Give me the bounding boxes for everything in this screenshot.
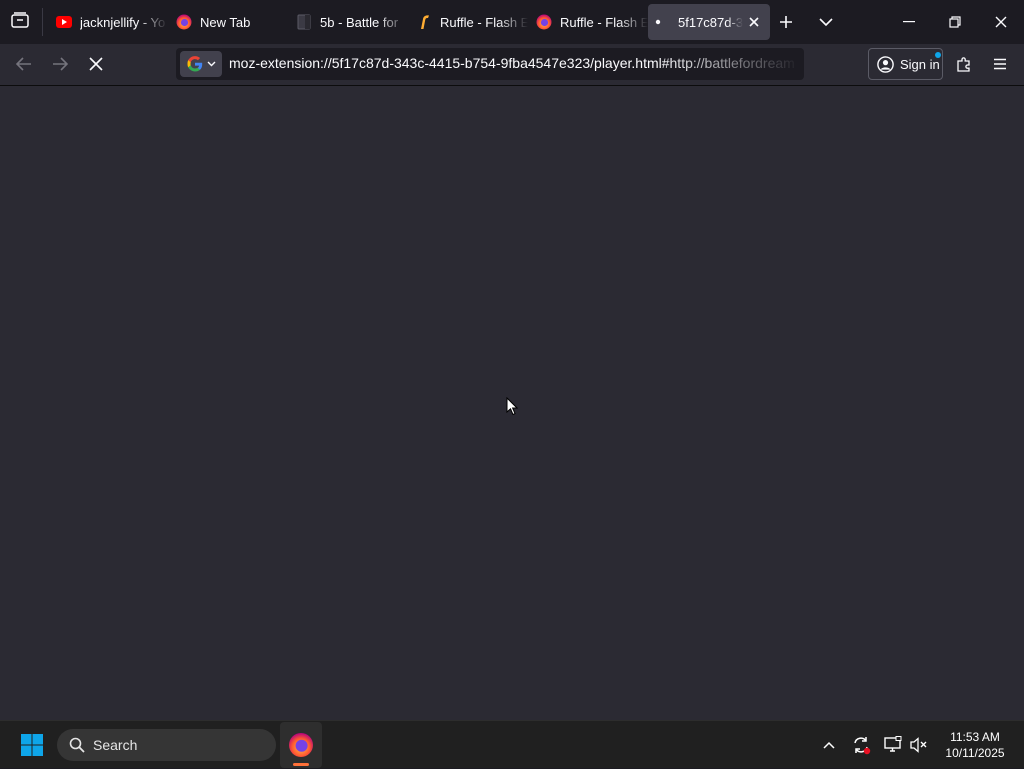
tab-5-active[interactable]: 5f17c87d-3 <box>648 4 770 40</box>
taskbar-app-firefox[interactable] <box>280 722 322 768</box>
chevron-down-icon <box>819 18 833 27</box>
start-button[interactable] <box>12 721 52 769</box>
document-icon <box>296 14 312 30</box>
clock-date: 10/11/2025 <box>945 746 1005 760</box>
search-engine-button[interactable] <box>180 51 222 77</box>
system-clock[interactable]: 11:53 AM 10/11/2025 <box>936 729 1014 761</box>
tab-title: Ruffle - Flash E <box>560 14 648 30</box>
tab-strip: jacknjellify - Yo New Tab 5b - Battle fo… <box>0 0 1024 44</box>
chevron-up-icon <box>823 741 835 749</box>
show-hidden-icons-button[interactable] <box>816 721 842 769</box>
monitor-icon <box>884 736 902 752</box>
url-text: moz-extension://5f17c87d-343c-4415-b754-… <box>229 55 795 71</box>
chevron-down-icon <box>207 61 215 67</box>
tab-strip-divider <box>42 8 43 36</box>
tab-3[interactable]: Ruffle - Flash E <box>408 4 528 40</box>
volume-tray-button[interactable] <box>906 721 932 769</box>
firefox-view-button[interactable] <box>0 0 40 44</box>
tab-title: jacknjellify - Yo <box>80 14 166 30</box>
tab-1[interactable]: New Tab <box>168 4 288 40</box>
ruffle-icon <box>416 14 432 30</box>
sign-in-button[interactable]: Sign in <box>868 48 943 80</box>
tab-title: New Tab <box>200 14 251 30</box>
search-icon <box>69 737 85 753</box>
windows-taskbar: Search 11:53 AM 10/11/2025 <box>0 720 1024 768</box>
back-button[interactable] <box>8 48 40 80</box>
hamburger-menu-icon <box>994 58 1006 70</box>
forward-arrow-icon <box>53 57 68 71</box>
tab-2[interactable]: 5b - Battle for <box>288 4 408 40</box>
loading-dot-icon <box>654 14 670 30</box>
tab-title: 5b - Battle for <box>320 14 399 30</box>
notification-dot <box>935 51 941 58</box>
speaker-muted-icon <box>910 737 927 753</box>
account-icon <box>877 51 941 73</box>
taskbar-search-box[interactable]: Search <box>57 729 276 761</box>
running-indicator <box>293 763 309 766</box>
restore-icon <box>949 16 961 28</box>
puzzle-piece-icon <box>957 57 970 72</box>
back-arrow-icon <box>16 57 31 71</box>
extensions-button[interactable] <box>948 48 980 80</box>
minimize-button[interactable] <box>886 0 932 44</box>
new-tab-button[interactable] <box>766 0 806 44</box>
search-label: Search <box>93 737 138 753</box>
list-all-tabs-button[interactable] <box>806 0 846 44</box>
mouse-cursor-icon <box>506 396 519 421</box>
tab-0[interactable]: jacknjellify - Yo <box>48 4 168 40</box>
firefox-icon <box>289 733 313 757</box>
close-icon <box>995 16 1007 28</box>
tab-4[interactable]: Ruffle - Flash E <box>528 4 648 40</box>
forward-button[interactable] <box>44 48 76 80</box>
youtube-icon <box>56 14 72 30</box>
clock-time: 11:53 AM <box>950 730 1000 744</box>
close-tab-button[interactable] <box>746 14 762 30</box>
sign-in-label: Sign in <box>900 56 940 72</box>
google-icon <box>187 56 202 72</box>
sync-tray-button[interactable] <box>848 721 874 769</box>
stop-icon <box>89 57 103 71</box>
close-window-button[interactable] <box>978 0 1024 44</box>
plus-icon <box>780 16 792 28</box>
navigation-toolbar: moz-extension://5f17c87d-343c-4415-b754-… <box>0 44 1024 86</box>
restore-button[interactable] <box>932 0 978 44</box>
firefox-icon <box>536 14 552 30</box>
close-icon <box>749 17 759 27</box>
tab-title: Ruffle - Flash E <box>440 14 528 30</box>
minimize-icon <box>903 21 915 23</box>
stop-loading-button[interactable] <box>80 48 112 80</box>
windows-logo-icon <box>21 734 43 756</box>
tab-title: 5f17c87d-3 <box>678 14 744 30</box>
firefox-view-icon <box>11 11 29 33</box>
address-bar[interactable]: moz-extension://5f17c87d-343c-4415-b754-… <box>176 48 804 80</box>
display-tray-button[interactable] <box>880 721 906 769</box>
app-menu-button[interactable] <box>984 48 1016 80</box>
sync-icon <box>854 737 871 755</box>
firefox-icon <box>176 14 192 30</box>
